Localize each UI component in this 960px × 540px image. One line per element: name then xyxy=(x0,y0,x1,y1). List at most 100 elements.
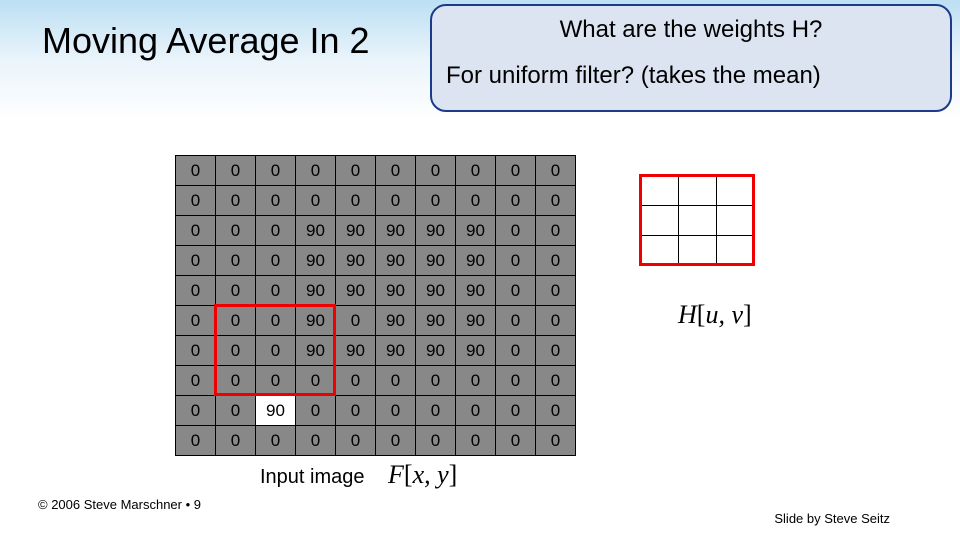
matrix-cell: 0 xyxy=(496,246,536,276)
matrix-cell: 0 xyxy=(176,396,216,426)
matrix-cell: 0 xyxy=(216,246,256,276)
matrix-cell: 0 xyxy=(496,426,536,456)
footer-left: © 2006 Steve Marschner • 9 xyxy=(38,497,201,512)
matrix-cell: 90 xyxy=(336,246,376,276)
matrix-cell: 0 xyxy=(496,306,536,336)
matrix-cell: 0 xyxy=(376,396,416,426)
matrix-cell: 90 xyxy=(376,306,416,336)
matrix-cell: 0 xyxy=(216,216,256,246)
callout-box: What are the weights H? For uniform filt… xyxy=(430,4,952,112)
matrix-cell: 0 xyxy=(496,216,536,246)
kernel-cell xyxy=(679,206,717,236)
matrix-cell: 0 xyxy=(256,156,296,186)
matrix-cell: 0 xyxy=(456,186,496,216)
f-close: ] xyxy=(449,460,458,489)
matrix-cell: 0 xyxy=(376,426,416,456)
matrix-cell: 0 xyxy=(456,366,496,396)
matrix-cell: 90 xyxy=(296,306,336,336)
matrix-cell: 0 xyxy=(536,396,576,426)
matrix-cell: 90 xyxy=(376,216,416,246)
kernel-cell xyxy=(717,236,755,266)
matrix-cell: 0 xyxy=(536,366,576,396)
h-symbol: H xyxy=(678,300,697,329)
matrix-cell: 0 xyxy=(536,216,576,246)
matrix-cell: 0 xyxy=(536,156,576,186)
matrix-cell: 0 xyxy=(376,186,416,216)
matrix-cell: 0 xyxy=(536,276,576,306)
kernel-grid xyxy=(640,175,755,266)
f-symbol: F xyxy=(388,460,404,489)
f-args: x, y xyxy=(413,460,449,489)
matrix-cell: 90 xyxy=(256,396,296,426)
matrix-cell: 0 xyxy=(256,186,296,216)
matrix-cell: 90 xyxy=(376,276,416,306)
matrix-cell: 0 xyxy=(176,276,216,306)
matrix-cell: 90 xyxy=(416,306,456,336)
matrix-cell: 0 xyxy=(256,306,296,336)
matrix-cell: 0 xyxy=(536,306,576,336)
kernel-cell xyxy=(641,236,679,266)
kernel-cell xyxy=(717,176,755,206)
matrix-cell: 0 xyxy=(376,156,416,186)
slide-root: Moving Average In 2 What are the weights… xyxy=(0,0,960,540)
matrix-cell: 90 xyxy=(296,216,336,246)
matrix-cell: 0 xyxy=(416,156,456,186)
matrix-cell: 0 xyxy=(416,396,456,426)
matrix-cell: 90 xyxy=(456,306,496,336)
matrix-cell: 0 xyxy=(256,276,296,306)
matrix-cell: 90 xyxy=(456,336,496,366)
matrix-cell: 0 xyxy=(216,306,256,336)
matrix-cell: 90 xyxy=(376,246,416,276)
f-formula: F[x, y] xyxy=(388,460,457,490)
matrix-cell: 90 xyxy=(456,216,496,246)
matrix-cell: 90 xyxy=(296,276,336,306)
matrix-cell: 0 xyxy=(336,156,376,186)
matrix-cell: 90 xyxy=(376,336,416,366)
matrix-cell: 0 xyxy=(176,216,216,246)
matrix-cell: 90 xyxy=(416,276,456,306)
matrix-cell: 0 xyxy=(256,246,296,276)
slide-title: Moving Average In 2 xyxy=(42,20,370,62)
matrix-cell: 0 xyxy=(216,396,256,426)
matrix-cell: 0 xyxy=(216,426,256,456)
matrix-cell: 0 xyxy=(176,426,216,456)
matrix-cell: 0 xyxy=(336,366,376,396)
matrix-cell: 0 xyxy=(336,306,376,336)
matrix-cell: 0 xyxy=(256,336,296,366)
matrix-cell: 0 xyxy=(256,366,296,396)
matrix-cell: 0 xyxy=(216,336,256,366)
input-matrix: 0000000000000000000000090909090900000090… xyxy=(175,155,576,456)
matrix-cell: 0 xyxy=(256,426,296,456)
matrix-cell: 90 xyxy=(336,216,376,246)
matrix-cell: 0 xyxy=(176,156,216,186)
input-image-label: Input image xyxy=(260,466,365,489)
matrix-cell: 90 xyxy=(416,336,456,366)
matrix-cell: 0 xyxy=(176,366,216,396)
h-formula: H[u, v] xyxy=(678,300,752,330)
matrix-cell: 0 xyxy=(536,426,576,456)
matrix-cell: 0 xyxy=(496,396,536,426)
matrix-cell: 90 xyxy=(456,276,496,306)
matrix-cell: 0 xyxy=(536,336,576,366)
matrix-cell: 0 xyxy=(336,186,376,216)
matrix-cell: 0 xyxy=(496,186,536,216)
matrix-cell: 90 xyxy=(336,276,376,306)
matrix-cell: 0 xyxy=(496,336,536,366)
matrix-cell: 0 xyxy=(176,336,216,366)
callout-line2: For uniform filter? (takes the mean) xyxy=(446,62,936,90)
f-open: [ xyxy=(404,460,413,489)
kernel-cell xyxy=(679,236,717,266)
matrix-cell: 0 xyxy=(176,306,216,336)
kernel-cell xyxy=(641,206,679,236)
matrix-cell: 0 xyxy=(336,396,376,426)
matrix-cell: 0 xyxy=(216,186,256,216)
h-close: ] xyxy=(743,300,752,329)
matrix-cell: 0 xyxy=(456,396,496,426)
matrix-cell: 90 xyxy=(296,246,336,276)
matrix-cell: 0 xyxy=(216,276,256,306)
matrix-cell: 0 xyxy=(416,426,456,456)
footer-right: Slide by Steve Seitz xyxy=(774,511,890,526)
matrix-cell: 0 xyxy=(536,246,576,276)
matrix-cell: 0 xyxy=(296,366,336,396)
matrix-cell: 0 xyxy=(296,186,336,216)
